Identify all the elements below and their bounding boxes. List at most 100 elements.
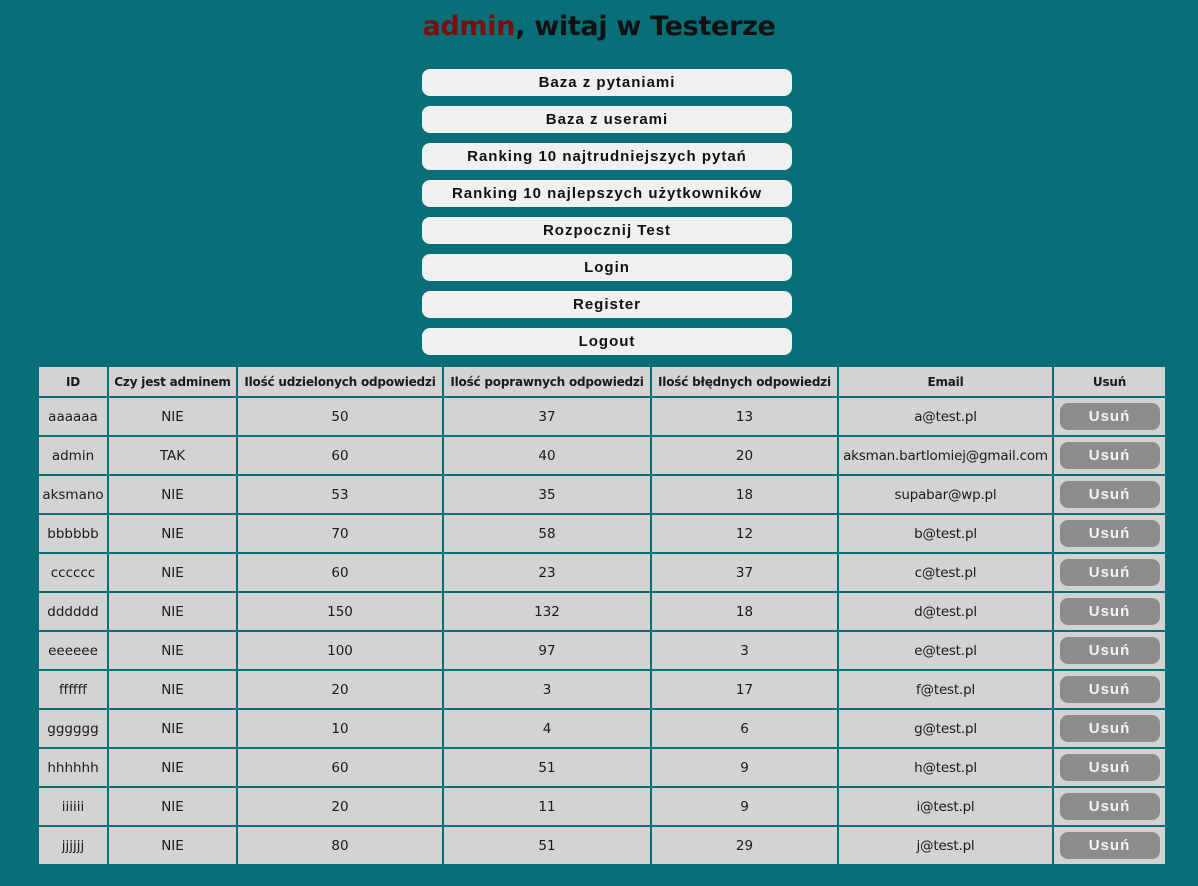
answers-given-cell: 70 <box>238 515 442 552</box>
is-admin-cell: NIE <box>109 554 236 591</box>
best-users-ranking-button[interactable]: Ranking 10 najlepszych użytkowników <box>422 180 792 207</box>
table-row: jjjjjj NIE 80 51 29 j@test.pl Usuń <box>39 827 1165 864</box>
start-test-button[interactable]: Rozpocznij Test <box>422 217 792 244</box>
table-row: aaaaaa NIE 50 37 13 a@test.pl Usuń <box>39 398 1165 435</box>
answers-correct-cell: 51 <box>444 749 650 786</box>
username-label: admin <box>422 11 516 42</box>
is-admin-cell: NIE <box>109 632 236 669</box>
user-id-cell: bbbbbb <box>39 515 107 552</box>
answers-wrong-cell: 17 <box>652 671 837 708</box>
email-cell: h@test.pl <box>839 749 1052 786</box>
answers-wrong-cell: 20 <box>652 437 837 474</box>
answers-given-cell: 150 <box>238 593 442 630</box>
col-answers-wrong-header: Ilość błędnych odpowiedzi <box>652 367 837 396</box>
table-row: cccccc NIE 60 23 37 c@test.pl Usuń <box>39 554 1165 591</box>
answers-wrong-cell: 12 <box>652 515 837 552</box>
answers-wrong-cell: 29 <box>652 827 837 864</box>
email-cell: i@test.pl <box>839 788 1052 825</box>
delete-user-button[interactable]: Usuń <box>1059 754 1160 781</box>
email-cell: supabar@wp.pl <box>839 476 1052 513</box>
delete-user-button[interactable]: Usuń <box>1059 520 1160 547</box>
user-id-cell: iiiiii <box>39 788 107 825</box>
delete-cell: Usuń <box>1054 632 1165 669</box>
answers-given-cell: 20 <box>238 671 442 708</box>
user-id-cell: cccccc <box>39 554 107 591</box>
table-row: eeeeee NIE 100 97 3 e@test.pl Usuń <box>39 632 1165 669</box>
delete-user-button[interactable]: Usuń <box>1059 793 1160 820</box>
delete-cell: Usuń <box>1054 827 1165 864</box>
is-admin-cell: NIE <box>109 827 236 864</box>
is-admin-cell: NIE <box>109 710 236 747</box>
email-cell: e@test.pl <box>839 632 1052 669</box>
user-id-cell: hhhhhh <box>39 749 107 786</box>
col-delete-header: Usuń <box>1054 367 1165 396</box>
table-row: admin TAK 60 40 20 aksman.bartlomiej@gmail.co… <box>39 437 1165 474</box>
email-cell: f@test.pl <box>839 671 1052 708</box>
users-db-button[interactable]: Baza z userami <box>422 106 792 133</box>
email-cell: a@test.pl <box>839 398 1052 435</box>
is-admin-cell: NIE <box>109 515 236 552</box>
delete-cell: Usuń <box>1054 554 1165 591</box>
answers-correct-cell: 51 <box>444 827 650 864</box>
table-row: dddddd NIE 150 132 18 d@test.pl Usuń <box>39 593 1165 630</box>
answers-given-cell: 60 <box>238 749 442 786</box>
delete-cell: Usuń <box>1054 788 1165 825</box>
delete-user-button[interactable]: Usuń <box>1059 481 1160 508</box>
answers-wrong-cell: 13 <box>652 398 837 435</box>
greeting-text: , witaj w Testerze <box>515 11 776 42</box>
table-header-row: ID Czy jest adminem Ilość udzielonych odpo… <box>39 367 1165 396</box>
delete-user-button[interactable]: Usuń <box>1059 598 1160 625</box>
delete-user-button[interactable]: Usuń <box>1059 403 1160 430</box>
users-table: ID Czy jest adminem Ilość udzielonych odpo… <box>37 365 1167 866</box>
col-email-header: Email <box>839 367 1052 396</box>
delete-user-button[interactable]: Usuń <box>1059 559 1160 586</box>
delete-cell: Usuń <box>1054 398 1165 435</box>
user-id-cell: gggggg <box>39 710 107 747</box>
user-id-cell: jjjjjj <box>39 827 107 864</box>
answers-correct-cell: 97 <box>444 632 650 669</box>
email-cell: g@test.pl <box>839 710 1052 747</box>
register-button[interactable]: Register <box>422 291 792 318</box>
answers-wrong-cell: 6 <box>652 710 837 747</box>
user-id-cell: dddddd <box>39 593 107 630</box>
user-id-cell: aaaaaa <box>39 398 107 435</box>
is-admin-cell: NIE <box>109 788 236 825</box>
answers-correct-cell: 11 <box>444 788 650 825</box>
delete-cell: Usuń <box>1054 593 1165 630</box>
email-cell: d@test.pl <box>839 593 1052 630</box>
answers-wrong-cell: 37 <box>652 554 837 591</box>
user-id-cell: eeeeee <box>39 632 107 669</box>
delete-user-button[interactable]: Usuń <box>1059 637 1160 664</box>
is-admin-cell: NIE <box>109 749 236 786</box>
user-id-cell: ffffff <box>39 671 107 708</box>
col-answers-correct-header: Ilość poprawnych odpowiedzi <box>444 367 650 396</box>
answers-correct-cell: 132 <box>444 593 650 630</box>
answers-wrong-cell: 9 <box>652 749 837 786</box>
answers-given-cell: 60 <box>238 554 442 591</box>
is-admin-cell: NIE <box>109 398 236 435</box>
delete-user-button[interactable]: Usuń <box>1059 676 1160 703</box>
login-button[interactable]: Login <box>422 254 792 281</box>
table-row: iiiiii NIE 20 11 9 i@test.pl Usuń <box>39 788 1165 825</box>
delete-user-button[interactable]: Usuń <box>1059 715 1160 742</box>
delete-user-button[interactable]: Usuń <box>1059 832 1160 859</box>
answers-wrong-cell: 18 <box>652 476 837 513</box>
answers-wrong-cell: 18 <box>652 593 837 630</box>
delete-user-button[interactable]: Usuń <box>1059 442 1160 469</box>
is-admin-cell: TAK <box>109 437 236 474</box>
col-answers-given-header: Ilość udzielonych odpowiedzi <box>238 367 442 396</box>
answers-correct-cell: 3 <box>444 671 650 708</box>
questions-db-button[interactable]: Baza z pytaniami <box>422 69 792 96</box>
answers-wrong-cell: 3 <box>652 632 837 669</box>
email-cell: aksman.bartlomiej@gmail.com <box>839 437 1052 474</box>
delete-cell: Usuń <box>1054 671 1165 708</box>
answers-given-cell: 60 <box>238 437 442 474</box>
email-cell: c@test.pl <box>839 554 1052 591</box>
hardest-questions-ranking-button[interactable]: Ranking 10 najtrudniejszych pytań <box>422 143 792 170</box>
logout-button[interactable]: Logout <box>422 328 792 355</box>
table-row: ffffff NIE 20 3 17 f@test.pl Usuń <box>39 671 1165 708</box>
delete-cell: Usuń <box>1054 749 1165 786</box>
answers-correct-cell: 40 <box>444 437 650 474</box>
answers-wrong-cell: 9 <box>652 788 837 825</box>
is-admin-cell: NIE <box>109 671 236 708</box>
